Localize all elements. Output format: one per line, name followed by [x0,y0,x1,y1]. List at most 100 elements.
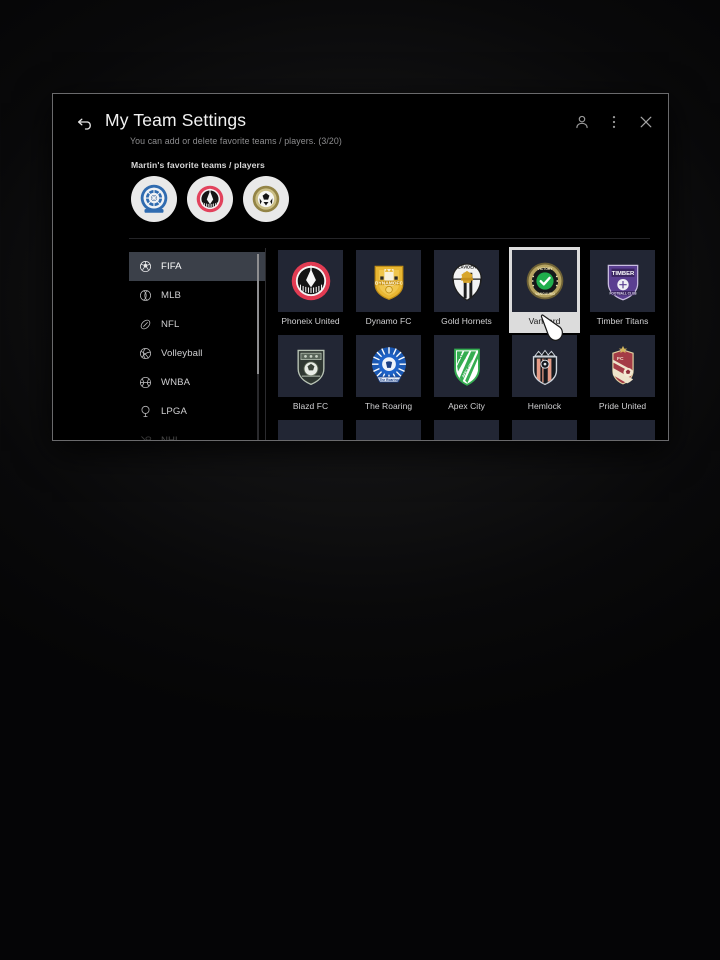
white-gold-stripe-circle-icon: LAVIDER [451,263,482,301]
account-icon[interactable] [574,114,590,130]
golf-tee-icon [139,405,152,418]
sidebar-item-mlb[interactable]: MLB [129,281,265,310]
gold-ring-green-check-icon: VICTORY VANGAURD [526,262,563,300]
red-phoenix-crest-icon [196,185,224,213]
title-block: My Team Settings You can add or delete f… [105,110,574,148]
svg-text:FC: FC [458,355,465,361]
team-logo-thumb [278,335,343,397]
team-logo-thumb [512,335,577,397]
team-card-row3-3[interactable] [434,420,499,440]
sidebar-item-wnba[interactable]: WNBA [129,368,265,397]
back-arrow-icon[interactable] [75,115,95,135]
favorites-label: Martin's favorite teams / players [131,160,265,170]
sports-sidebar: FIFA MLB NFL Volleyball WNBA LPGA [129,246,265,440]
team-logo-thumb: VICTORY VANGAURD [512,250,577,312]
team-logo-thumb: The Roaring [356,335,421,397]
team-name: Blazd FC [292,401,329,411]
page-title: My Team Settings [105,110,247,130]
team-name: Timber Titans [596,316,649,326]
sidebar-scrollbar[interactable] [257,254,259,440]
team-card-dynamo-fc[interactable]: DYNAMOFC Dynamo FC [356,250,421,330]
hockey-icon [139,434,152,440]
team-card-phoneix-united[interactable]: Phoneix United [278,250,343,330]
gold-shield-crown-icon: DYNAMOFC [374,265,403,301]
sidebar-item-nfl[interactable]: NFL [129,310,265,339]
svg-text:DYNAMOFC: DYNAMOFC [375,280,403,286]
team-logo-thumb [278,420,343,440]
maroon-diagonal-shield-icon: FC [611,345,634,385]
favorite-avatar-3[interactable] [243,176,289,222]
team-card-row3-5[interactable] [590,420,655,440]
team-logo-thumb [356,420,421,440]
team-logo-thumb: DYNAMOFC [356,250,421,312]
team-card-vangard[interactable]: VICTORY VANGAURD Vangard [509,247,580,333]
grey-shield-ball-icon [296,349,325,386]
team-card-gold-hornets[interactable]: LAVIDER Gold Hornets [434,250,499,330]
team-name: Gold Hornets [441,316,492,326]
header-actions [574,114,654,130]
team-card-pride-united[interactable]: FC Pride United [590,335,655,415]
sidebar-item-label: MLB [161,290,182,301]
sidebar-item-lpga[interactable]: LPGA [129,397,265,426]
team-card-blazd-fc[interactable]: Blazd FC [278,335,343,415]
svg-text:VANGAURD: VANGAURD [535,292,555,296]
favorite-avatar-2[interactable] [187,176,233,222]
baseball-icon [139,289,152,302]
favorites-row [131,176,668,222]
sidebar-item-label: Volleyball [161,348,203,359]
header-divider [129,238,650,239]
my-team-settings-window: My Team Settings You can add or delete f… [52,93,669,441]
team-card-row3-1[interactable] [278,420,343,440]
blue-sunburst-circle-icon: The Roaring [371,347,406,383]
teams-grid-wrapper: Phoneix United DYNAMOFC Dynamo FC LAVIDE… [266,246,668,440]
blue-target-crest-icon [140,184,168,213]
favorite-avatar-1[interactable] [131,176,177,222]
sidebar-item-label: FIFA [161,261,182,272]
favorites-section: Martin's favorite teams / players [53,160,668,222]
teams-grid: Phoneix United DYNAMOFC Dynamo FC LAVIDE… [278,247,668,440]
sidebar-item-volleyball[interactable]: Volleyball [129,339,265,368]
purple-shield-timber-icon: TIMBER FOOTBALL CLUB [607,264,638,301]
window-header: My Team Settings You can add or delete f… [53,94,668,160]
volleyball-icon [139,347,152,360]
team-card-timber-titans[interactable]: TIMBER FOOTBALL CLUB Timber Titans [590,250,655,330]
svg-text:VICTORY: VICTORY [537,267,553,271]
team-name: Hemlock [527,401,562,411]
team-card-apex-city[interactable]: FC APEX CITY Apex City [434,335,499,415]
sidebar-item-fifa[interactable]: FIFA [129,252,265,281]
gold-soccer-crest-icon [252,185,280,213]
more-vertical-icon[interactable] [606,114,622,130]
team-card-the-roaring[interactable]: The Roaring The Roaring [356,335,421,415]
team-logo-thumb [512,420,577,440]
svg-text:The Roaring: The Roaring [379,378,398,382]
team-name: The Roaring [364,401,413,411]
team-logo-thumb: TIMBER FOOTBALL CLUB [590,250,655,312]
svg-text:FOOTBALL CLUB: FOOTBALL CLUB [609,291,637,295]
sidebar-item-label: NFL [161,319,180,330]
desktop-background: My Team Settings You can add or delete f… [0,0,720,960]
sidebar-item-label: LPGA [161,406,187,417]
team-name: Apex City [448,401,485,411]
green-white-stripe-shield-icon: FC APEX CITY [453,348,480,386]
soccer-ball-icon [139,260,152,273]
basketball-icon [139,376,152,389]
team-name: Vangard [512,312,577,330]
team-card-row3-4[interactable] [512,420,577,440]
team-card-hemlock[interactable]: Hemlock [512,335,577,415]
team-logo-thumb [590,420,655,440]
close-icon[interactable] [638,114,654,130]
svg-text:LAVIDER: LAVIDER [457,265,475,270]
team-logo-thumb [434,420,499,440]
team-logo-thumb: LAVIDER [434,250,499,312]
sidebar-item-nhl[interactable]: NHL [129,426,265,440]
page-subtitle: You can add or delete favorite teams / p… [130,136,342,146]
team-logo-thumb: FC [590,335,655,397]
team-logo-thumb [278,250,343,312]
svg-text:FC: FC [616,356,623,362]
body-area: FIFA MLB NFL Volleyball WNBA LPGA Phonei… [53,246,668,440]
team-card-row3-2[interactable] [356,420,421,440]
team-name: Pride United [598,401,647,411]
team-name: Dynamo FC [365,316,412,326]
sidebar-item-label: NHL [161,435,181,440]
football-icon [139,318,152,331]
